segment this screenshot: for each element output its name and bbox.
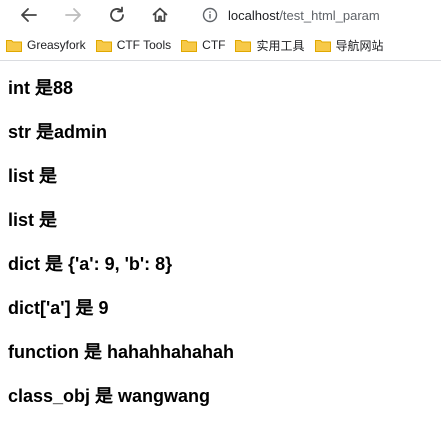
bookmark-nav-sites[interactable]: 导航网站 bbox=[314, 37, 384, 54]
back-icon bbox=[21, 8, 37, 22]
list-line: list 是 bbox=[8, 166, 58, 186]
folder-icon bbox=[314, 39, 331, 52]
folder-icon bbox=[181, 39, 198, 52]
back-button[interactable] bbox=[17, 4, 41, 26]
bookmark-practical-tools[interactable]: 实用工具 bbox=[235, 37, 305, 54]
folder-icon bbox=[6, 39, 22, 52]
class-obj-line: class_obj 是 wangwang bbox=[8, 386, 211, 406]
browser-toolbar: localhost/test_html_param bbox=[0, 0, 441, 30]
bookmark-label: CTF bbox=[202, 38, 226, 52]
home-button[interactable] bbox=[148, 4, 172, 26]
browser-chrome: localhost/test_html_param Greasyfork CTF… bbox=[0, 0, 441, 61]
bookmark-label: 导航网站 bbox=[335, 38, 384, 53]
str-line: str 是admin bbox=[8, 122, 108, 142]
forward-button[interactable] bbox=[61, 4, 85, 26]
reload-icon bbox=[110, 6, 124, 22]
address-bar[interactable]: localhost/test_html_param bbox=[196, 3, 441, 27]
url-host: localhost bbox=[228, 7, 280, 23]
folder-icon bbox=[95, 39, 112, 52]
forward-icon bbox=[65, 8, 81, 22]
folder-icon bbox=[235, 39, 252, 52]
url-path: /test_html_param bbox=[279, 7, 380, 23]
bookmark-greasyfork[interactable]: Greasyfork bbox=[6, 38, 86, 52]
bookmark-label: CTF Tools bbox=[116, 38, 172, 52]
dict-line: dict 是 {'a': 9, 'b': 8} bbox=[8, 254, 173, 274]
int-line: int 是88 bbox=[8, 78, 74, 98]
home-icon bbox=[152, 7, 168, 22]
dict-key-line: dict['a'] 是 9 bbox=[8, 298, 109, 318]
bookmark-ctf-tools[interactable]: CTF Tools bbox=[95, 38, 172, 52]
bookmarks-bar: Greasyfork CTF Tools CTF 实用工具 导航网站 bbox=[0, 30, 441, 61]
reload-button[interactable] bbox=[105, 4, 129, 26]
bookmark-ctf[interactable]: CTF bbox=[181, 38, 225, 52]
info-icon[interactable] bbox=[202, 7, 218, 23]
list-line: list 是 bbox=[8, 210, 58, 230]
function-line: function 是 hahahhahahah bbox=[8, 342, 235, 362]
page-content: int 是88 str 是admin list 是 list 是 dict 是 … bbox=[0, 66, 441, 418]
bookmark-label: 实用工具 bbox=[256, 38, 305, 53]
bookmark-label: Greasyfork bbox=[27, 38, 86, 52]
